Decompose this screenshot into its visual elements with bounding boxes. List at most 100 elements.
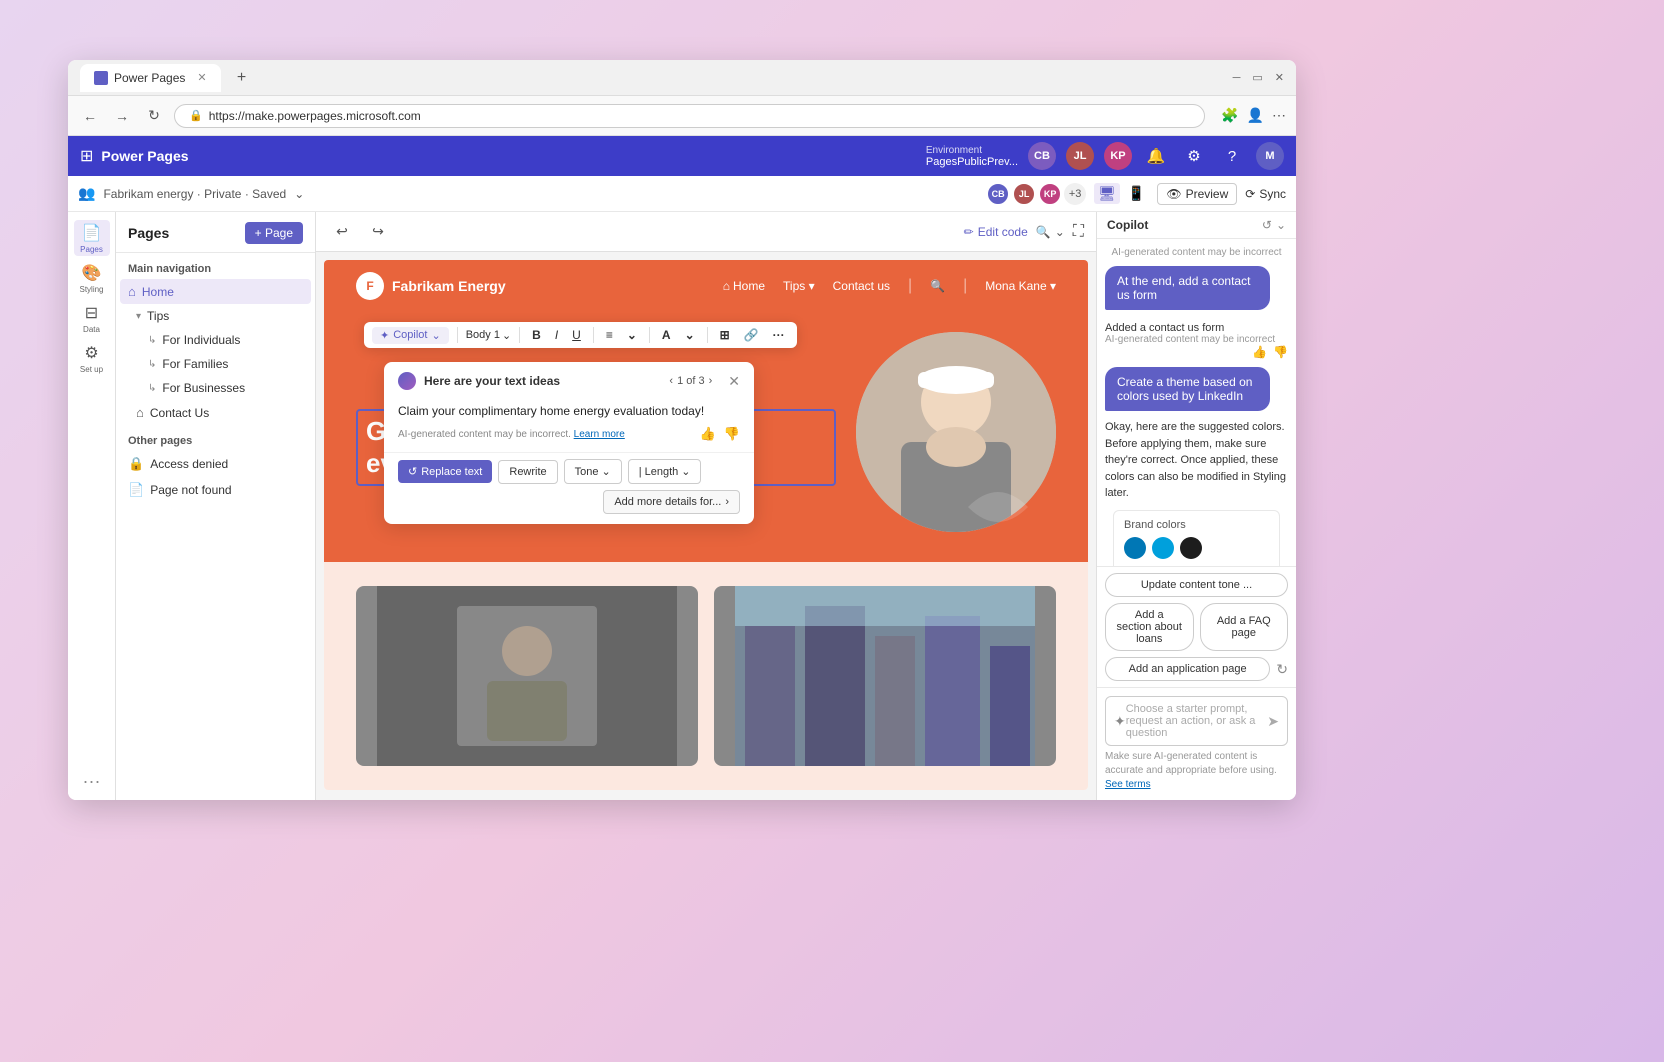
collab-avatar-1[interactable]: CB <box>986 182 1010 206</box>
rewrite-btn[interactable]: Rewrite <box>498 460 557 484</box>
nav-item-tips[interactable]: ▾ Tips <box>120 304 311 328</box>
zoom-control[interactable]: 🔍 ⌄ <box>1036 225 1065 239</box>
styling-sidebar-btn[interactable]: 🎨 Styling <box>74 260 110 296</box>
more-sidebar-btn[interactable]: ··· <box>83 771 101 792</box>
desktop-view-btn[interactable]: 🖥 <box>1094 183 1120 204</box>
nav-item-contact-us[interactable]: ⌂ Contact Us <box>120 400 311 425</box>
setup-sidebar-btn[interactable]: ⚙ Set up <box>74 340 110 376</box>
user-avatar-cb[interactable]: CB <box>1028 142 1056 170</box>
extensions-btn[interactable]: 🧩 <box>1221 107 1238 124</box>
browser-tab[interactable]: Power Pages ✕ <box>80 64 221 92</box>
learn-more-link[interactable]: Learn more <box>574 429 625 440</box>
settings-icon[interactable]: ⚙ <box>1180 142 1208 170</box>
length-btn[interactable]: | Length ⌄ <box>628 459 702 484</box>
see-terms-link[interactable]: See terms <box>1105 779 1151 790</box>
site-nav-contact[interactable]: Contact us <box>833 279 890 293</box>
undo-toolbar-btn[interactable]: ↩ <box>328 218 356 246</box>
card2-image <box>714 586 1056 766</box>
address-bar[interactable]: 🔒 https://make.powerpages.microsoft.com <box>174 104 1205 128</box>
data-sidebar-btn[interactable]: ⊟ Data <box>74 300 110 336</box>
ai-thumbs-down-1[interactable]: 👎 <box>1273 345 1288 359</box>
user-avatar-kp[interactable]: KP <box>1104 142 1132 170</box>
tone-btn[interactable]: Tone ⌄ <box>564 459 622 484</box>
user-avatar-2[interactable]: JL <box>1066 142 1094 170</box>
content-card-1 <box>356 586 698 766</box>
add-application-page-btn[interactable]: Add an application page <box>1105 657 1270 681</box>
font-color-chevron[interactable]: ⌄ <box>681 326 699 344</box>
font-color-btn[interactable]: A <box>658 326 675 344</box>
minimize-btn[interactable]: ─ <box>1233 72 1241 84</box>
close-btn[interactable]: ✕ <box>1275 71 1284 84</box>
copilot-badge[interactable]: ✦ Copilot ⌄ <box>372 327 449 344</box>
pages-sidebar-btn[interactable]: 📄 Pages <box>74 220 110 256</box>
link-btn[interactable]: 🔗 <box>740 326 763 344</box>
nav-item-access-denied[interactable]: 🔒 Access denied <box>120 451 311 477</box>
copilot-sparkle-icon: ✦ <box>380 329 389 342</box>
site-nav-home[interactable]: ⌂ Home <box>723 279 765 293</box>
site-user-name[interactable]: Mona Kane ▾ <box>985 279 1056 293</box>
main-editor: ↩ ↪ ✏ Edit code 🔍 ⌄ ⛶ <box>316 212 1096 800</box>
site-nav-tips[interactable]: Tips ▾ <box>783 279 815 293</box>
bold-btn[interactable]: B <box>528 326 545 344</box>
align-btn[interactable]: ≡ <box>602 326 617 344</box>
brand-color-3[interactable] <box>1180 537 1202 559</box>
nav-item-home[interactable]: ⌂ Home <box>120 279 311 304</box>
redo-toolbar-btn[interactable]: ↪ <box>364 218 392 246</box>
next-suggestion-btn[interactable]: › <box>709 375 713 387</box>
forward-btn[interactable]: → <box>110 104 134 128</box>
more-btn[interactable]: ··· <box>769 326 789 344</box>
add-details-btn[interactable]: Add more details for... › <box>603 490 740 514</box>
add-page-btn[interactable]: + Page <box>245 222 303 244</box>
brand-color-2[interactable] <box>1152 537 1174 559</box>
more-format-btn[interactable]: ⊞ <box>716 326 734 344</box>
new-tab-btn[interactable]: + <box>229 65 255 91</box>
collab-avatar-3[interactable]: KP <box>1038 182 1062 206</box>
align-chevron[interactable]: ⌄ <box>623 326 641 344</box>
nav-item-home-label: Home <box>142 285 174 299</box>
help-icon[interactable]: ? <box>1218 142 1246 170</box>
waffle-icon[interactable]: ⊞ <box>80 146 93 166</box>
nav-item-for-families[interactable]: ↳ For Families <box>120 352 311 376</box>
settings-btn[interactable]: ⋯ <box>1272 107 1286 124</box>
maximize-btn[interactable]: ▭ <box>1252 71 1262 84</box>
bell-icon[interactable]: 🔔 <box>1142 142 1170 170</box>
styling-icon: 🎨 <box>82 263 102 283</box>
nav-item-page-not-found[interactable]: 📄 Page not found <box>120 477 311 503</box>
sync-btn[interactable]: ⟳ Sync <box>1245 187 1286 201</box>
chat-footer: ✦ Choose a starter prompt, request an ac… <box>1097 687 1296 800</box>
send-btn[interactable]: ➤ <box>1267 713 1279 730</box>
back-btn[interactable]: ← <box>78 104 102 128</box>
tab-close-btn[interactable]: ✕ <box>197 71 206 84</box>
popup-close-btn[interactable]: ✕ <box>728 373 740 390</box>
preview-btn[interactable]: 👁 Preview <box>1157 183 1237 205</box>
profile-avatar[interactable]: M <box>1256 142 1284 170</box>
edit-code-btn[interactable]: ✏ Edit code <box>964 225 1028 239</box>
italic-btn[interactable]: I <box>551 326 562 344</box>
mobile-view-btn[interactable]: 📱 <box>1124 183 1149 204</box>
refresh-btn[interactable]: ↻ <box>142 104 166 128</box>
body-style-select[interactable]: Body 1 ⌄ <box>466 329 511 342</box>
nav-item-for-businesses[interactable]: ↳ For Businesses <box>120 376 311 400</box>
update-content-tone-btn[interactable]: Update content tone ... <box>1105 573 1288 597</box>
user-action-label: Added a contact us form <box>1105 318 1288 334</box>
collab-avatar-2[interactable]: JL <box>1012 182 1036 206</box>
add-loans-section-btn[interactable]: Add a section about loans <box>1105 603 1194 651</box>
site-nav-search[interactable]: 🔍 <box>930 279 945 293</box>
nav-item-for-individuals[interactable]: ↳ For Individuals <box>120 328 311 352</box>
refresh-suggestions-btn[interactable]: ↻ <box>1276 661 1288 678</box>
ai-refresh-btn[interactable]: ↺ <box>1262 218 1272 232</box>
underline-btn[interactable]: U <box>568 326 585 344</box>
thumbs-down-btn[interactable]: 👎 <box>724 426 740 442</box>
saved-chevron[interactable]: ⌄ <box>294 187 304 201</box>
attach-btn[interactable]: ✦ <box>1114 713 1126 730</box>
thumbs-up-btn[interactable]: 👍 <box>700 426 716 442</box>
profile-btn[interactable]: 👤 <box>1247 107 1264 124</box>
ai-thumbs-up-1[interactable]: 👍 <box>1252 345 1267 359</box>
replace-text-btn[interactable]: ↺ Replace text <box>398 460 492 483</box>
brand-color-1[interactable] <box>1124 537 1146 559</box>
prev-suggestion-btn[interactable]: ‹ <box>669 375 673 387</box>
add-faq-page-btn[interactable]: Add a FAQ page <box>1200 603 1289 651</box>
popup-feedback: 👍 👎 <box>700 426 740 442</box>
ai-expand-btn[interactable]: ⌄ <box>1276 218 1286 232</box>
fullscreen-btn[interactable]: ⛶ <box>1073 223 1084 241</box>
